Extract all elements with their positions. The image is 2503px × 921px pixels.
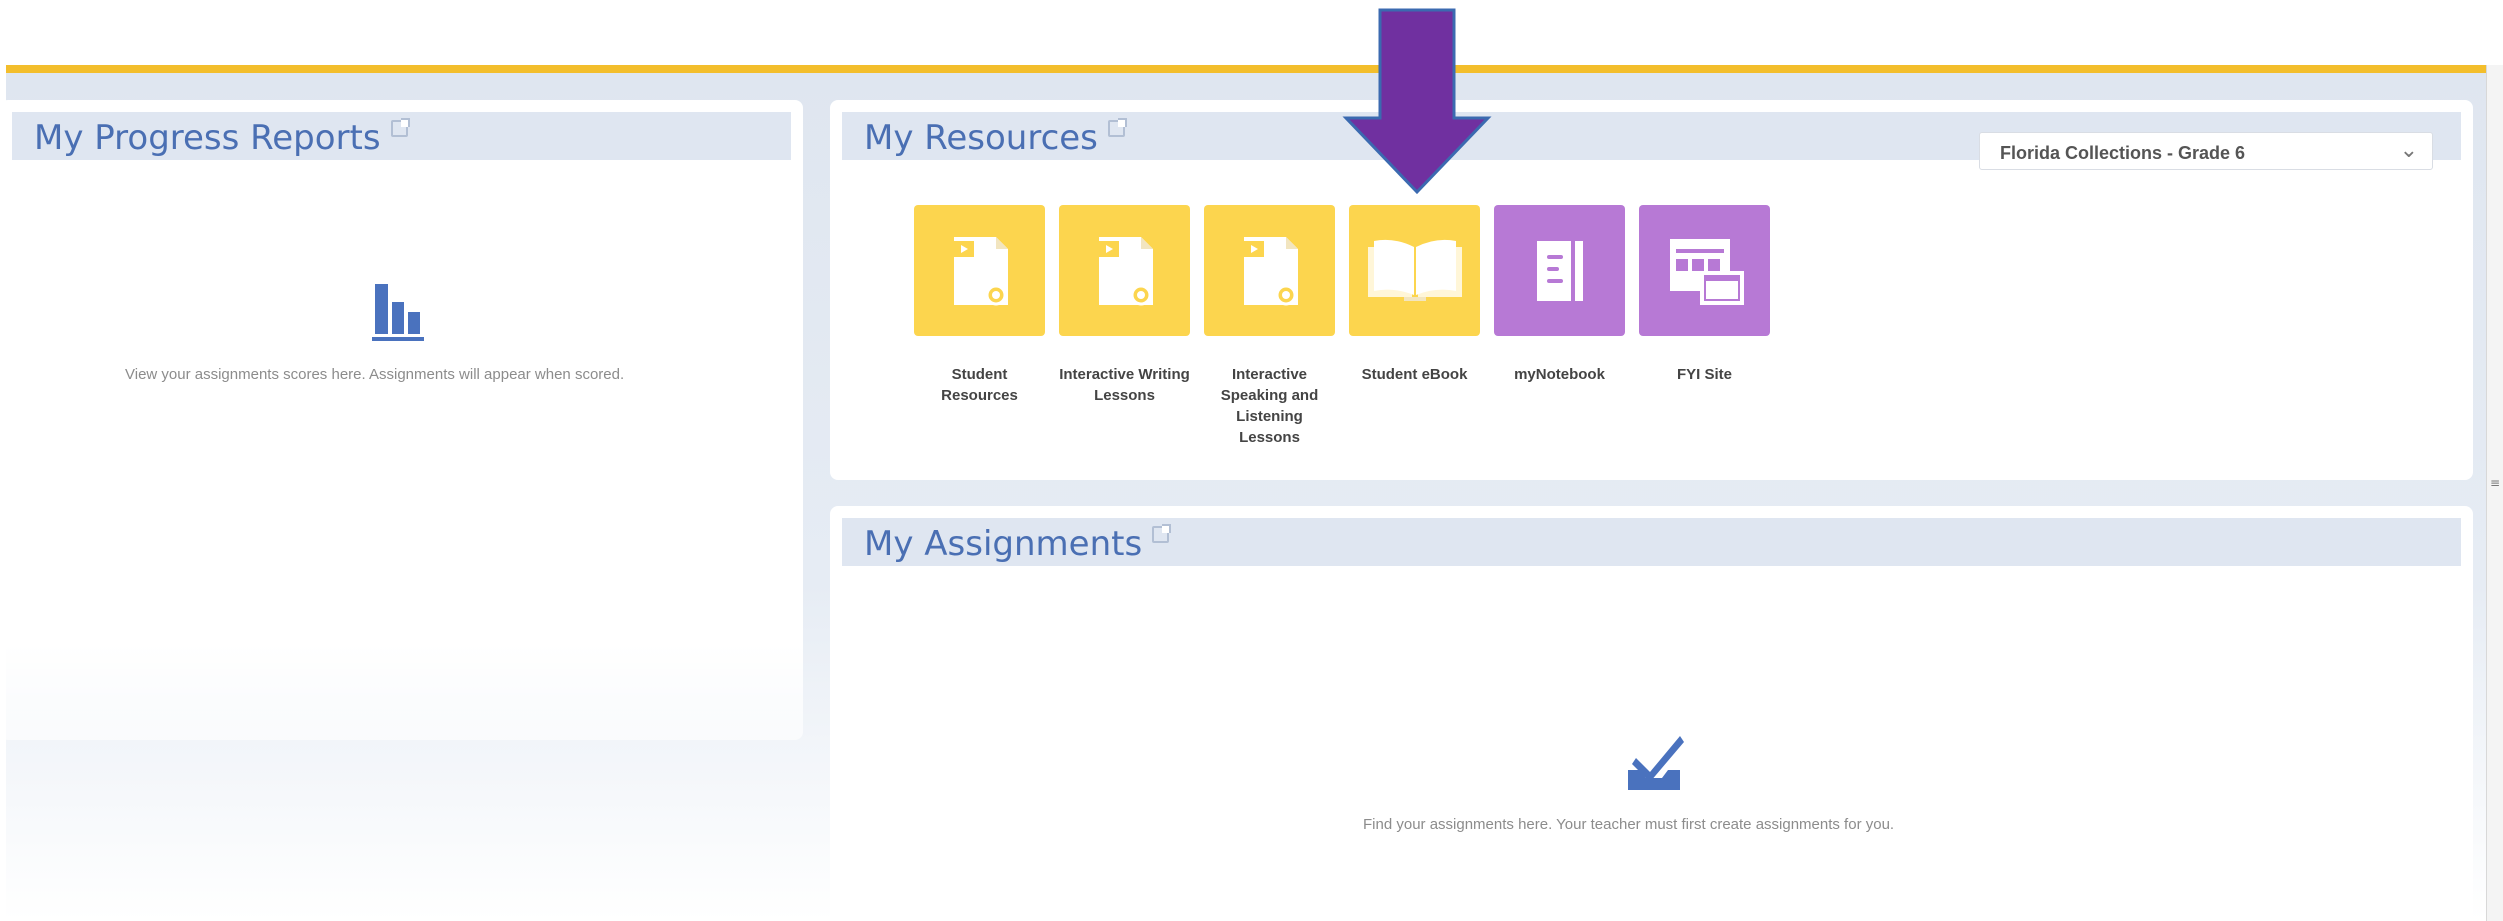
- assignments-panel: My Assignments Find your assignments her…: [830, 506, 2473, 921]
- checkmark-tray-icon: [1628, 736, 1684, 790]
- external-link-icon[interactable]: [1152, 524, 1172, 543]
- program-select-value[interactable]: Florida Collections - Grade 6: [2000, 143, 2245, 164]
- external-link-icon[interactable]: [390, 118, 410, 137]
- resources-header: My Resources Florida Collections - Grade…: [842, 112, 2461, 170]
- tile-student-resources-label[interactable]: Student Resources: [914, 364, 1045, 406]
- scrollbar-grip-icon[interactable]: ≡: [2490, 476, 2500, 490]
- tile-interactive-writing-box[interactable]: [1059, 205, 1190, 336]
- notebook-icon: [1536, 240, 1583, 301]
- external-link-icon[interactable]: [1107, 118, 1127, 137]
- progress-reports-header: My Progress Reports: [12, 112, 791, 160]
- tile-interactive-writing[interactable]: Interactive Writing Lessons: [1059, 205, 1190, 448]
- tile-interactive-speaking[interactable]: Interactive Speaking and Listening Lesso…: [1204, 205, 1335, 448]
- media-document-icon: [1098, 236, 1153, 305]
- vertical-scrollbar[interactable]: [2486, 65, 2503, 921]
- tile-student-resources-box[interactable]: [914, 205, 1045, 336]
- tile-student-ebook[interactable]: Student eBook: [1349, 205, 1480, 448]
- chevron-down-icon[interactable]: ⌄: [2400, 137, 2418, 163]
- tile-interactive-writing-label[interactable]: Interactive Writing Lessons: [1059, 364, 1190, 406]
- progress-reports-panel: My Progress Reports View your assignment…: [0, 100, 803, 740]
- bar-chart-icon: [372, 284, 424, 341]
- tile-student-resources[interactable]: Student Resources: [914, 205, 1045, 448]
- tile-fyi-site-label[interactable]: FYI Site: [1639, 364, 1770, 385]
- resources-title-link[interactable]: My Resources: [864, 118, 1127, 158]
- assignments-empty-message: Find your assignments here. Your teacher…: [1363, 816, 1895, 833]
- tile-fyi-site[interactable]: FYI Site: [1639, 205, 1770, 448]
- assignments-title[interactable]: My Assignments: [864, 524, 1142, 564]
- assignments-title-link[interactable]: My Assignments: [864, 524, 1172, 564]
- progress-reports-title-link[interactable]: My Progress Reports: [34, 118, 410, 158]
- media-document-icon: [953, 236, 1008, 305]
- tile-mynotebook-box[interactable]: [1494, 205, 1625, 336]
- website-icon: [1669, 238, 1744, 305]
- top-accent-bar: [6, 65, 2486, 73]
- tile-interactive-speaking-label[interactable]: Interactive Speaking and Listening Lesso…: [1204, 364, 1335, 448]
- tile-fyi-site-box[interactable]: [1639, 205, 1770, 336]
- progress-reports-title[interactable]: My Progress Reports: [34, 118, 381, 158]
- resources-panel: My Resources Florida Collections - Grade…: [830, 100, 2473, 480]
- open-book-icon: [1367, 239, 1462, 301]
- tile-student-ebook-box[interactable]: [1349, 205, 1480, 336]
- progress-empty-message: View your assignments scores here. Assig…: [125, 366, 625, 383]
- media-document-icon: [1243, 236, 1298, 305]
- assignments-header: My Assignments: [842, 518, 2461, 566]
- down-arrow-icon: [1342, 8, 1492, 195]
- tile-interactive-speaking-box[interactable]: [1204, 205, 1335, 336]
- tile-mynotebook-label[interactable]: myNotebook: [1494, 364, 1625, 385]
- resource-tiles: Student Resources Interactive Writing Le…: [914, 205, 1784, 448]
- resources-title[interactable]: My Resources: [864, 118, 1098, 158]
- program-select[interactable]: Florida Collections - Grade 6 ⌄: [1979, 132, 2433, 170]
- tile-student-ebook-label[interactable]: Student eBook: [1349, 364, 1480, 385]
- tile-mynotebook[interactable]: myNotebook: [1494, 205, 1625, 448]
